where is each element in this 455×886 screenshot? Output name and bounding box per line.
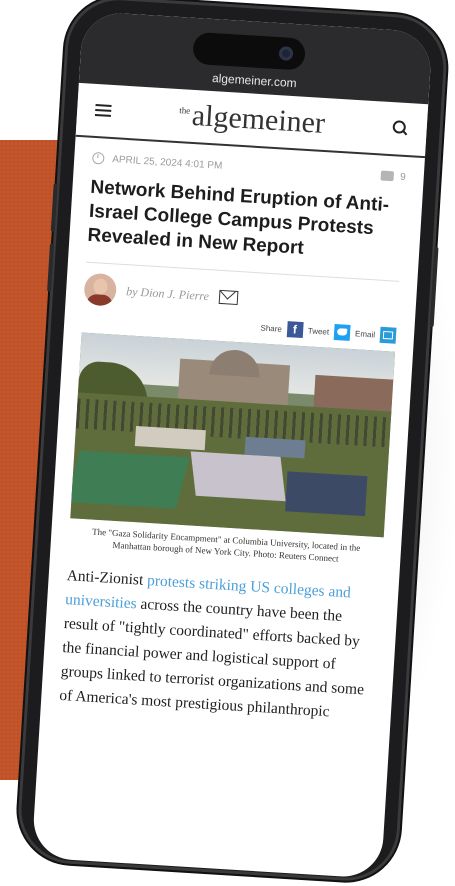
logo-prefix: the: [178, 105, 191, 116]
envelope-icon[interactable]: [218, 289, 239, 306]
publish-date: APRIL 25, 2024 4:01 PM: [111, 153, 223, 172]
dynamic-island: [192, 31, 306, 71]
clock-icon: [91, 151, 105, 165]
search-icon[interactable]: [392, 120, 409, 137]
facebook-share-button[interactable]: f: [286, 321, 304, 339]
article-title: Network Behind Eruption of Anti-Israel C…: [86, 176, 390, 259]
email-label: Email: [354, 328, 376, 339]
power-button: [429, 246, 439, 328]
author-avatar[interactable]: [83, 272, 118, 307]
email-share-button[interactable]: [379, 326, 397, 344]
share-label: Share: [260, 322, 283, 334]
article: APRIL 25, 2024 4:01 PM 9 Network Behind …: [41, 137, 425, 728]
site-logo[interactable]: thealgemeiner: [178, 98, 326, 141]
comment-icon: [380, 170, 395, 182]
body-text-rest: across the country have been the result …: [58, 595, 365, 721]
phone-screen: algemeiner.com thealgemeiner APRIL 25, 2…: [31, 11, 433, 879]
hamburger-menu-icon[interactable]: [94, 103, 112, 117]
volume-down-button: [47, 243, 55, 292]
phone-body: algemeiner.com thealgemeiner APRIL 25, 2…: [15, 0, 450, 884]
twitter-share-button[interactable]: [333, 323, 351, 341]
body-text-start: Anti-Zionist: [66, 567, 148, 589]
article-photo[interactable]: [70, 332, 396, 538]
author-name[interactable]: by Dion J. Pierre: [126, 284, 210, 304]
volume-up-button: [50, 183, 58, 232]
comment-count: 9: [399, 171, 407, 183]
phone-mockup: algemeiner.com thealgemeiner APRIL 25, 2…: [0, 0, 455, 884]
camera-icon: [278, 46, 294, 61]
tweet-label: Tweet: [307, 325, 330, 337]
comments-link[interactable]: 9: [380, 170, 407, 183]
logo-text: algemeiner: [190, 98, 326, 140]
article-body: Anti-Zionist protests striking US colleg…: [59, 564, 381, 727]
